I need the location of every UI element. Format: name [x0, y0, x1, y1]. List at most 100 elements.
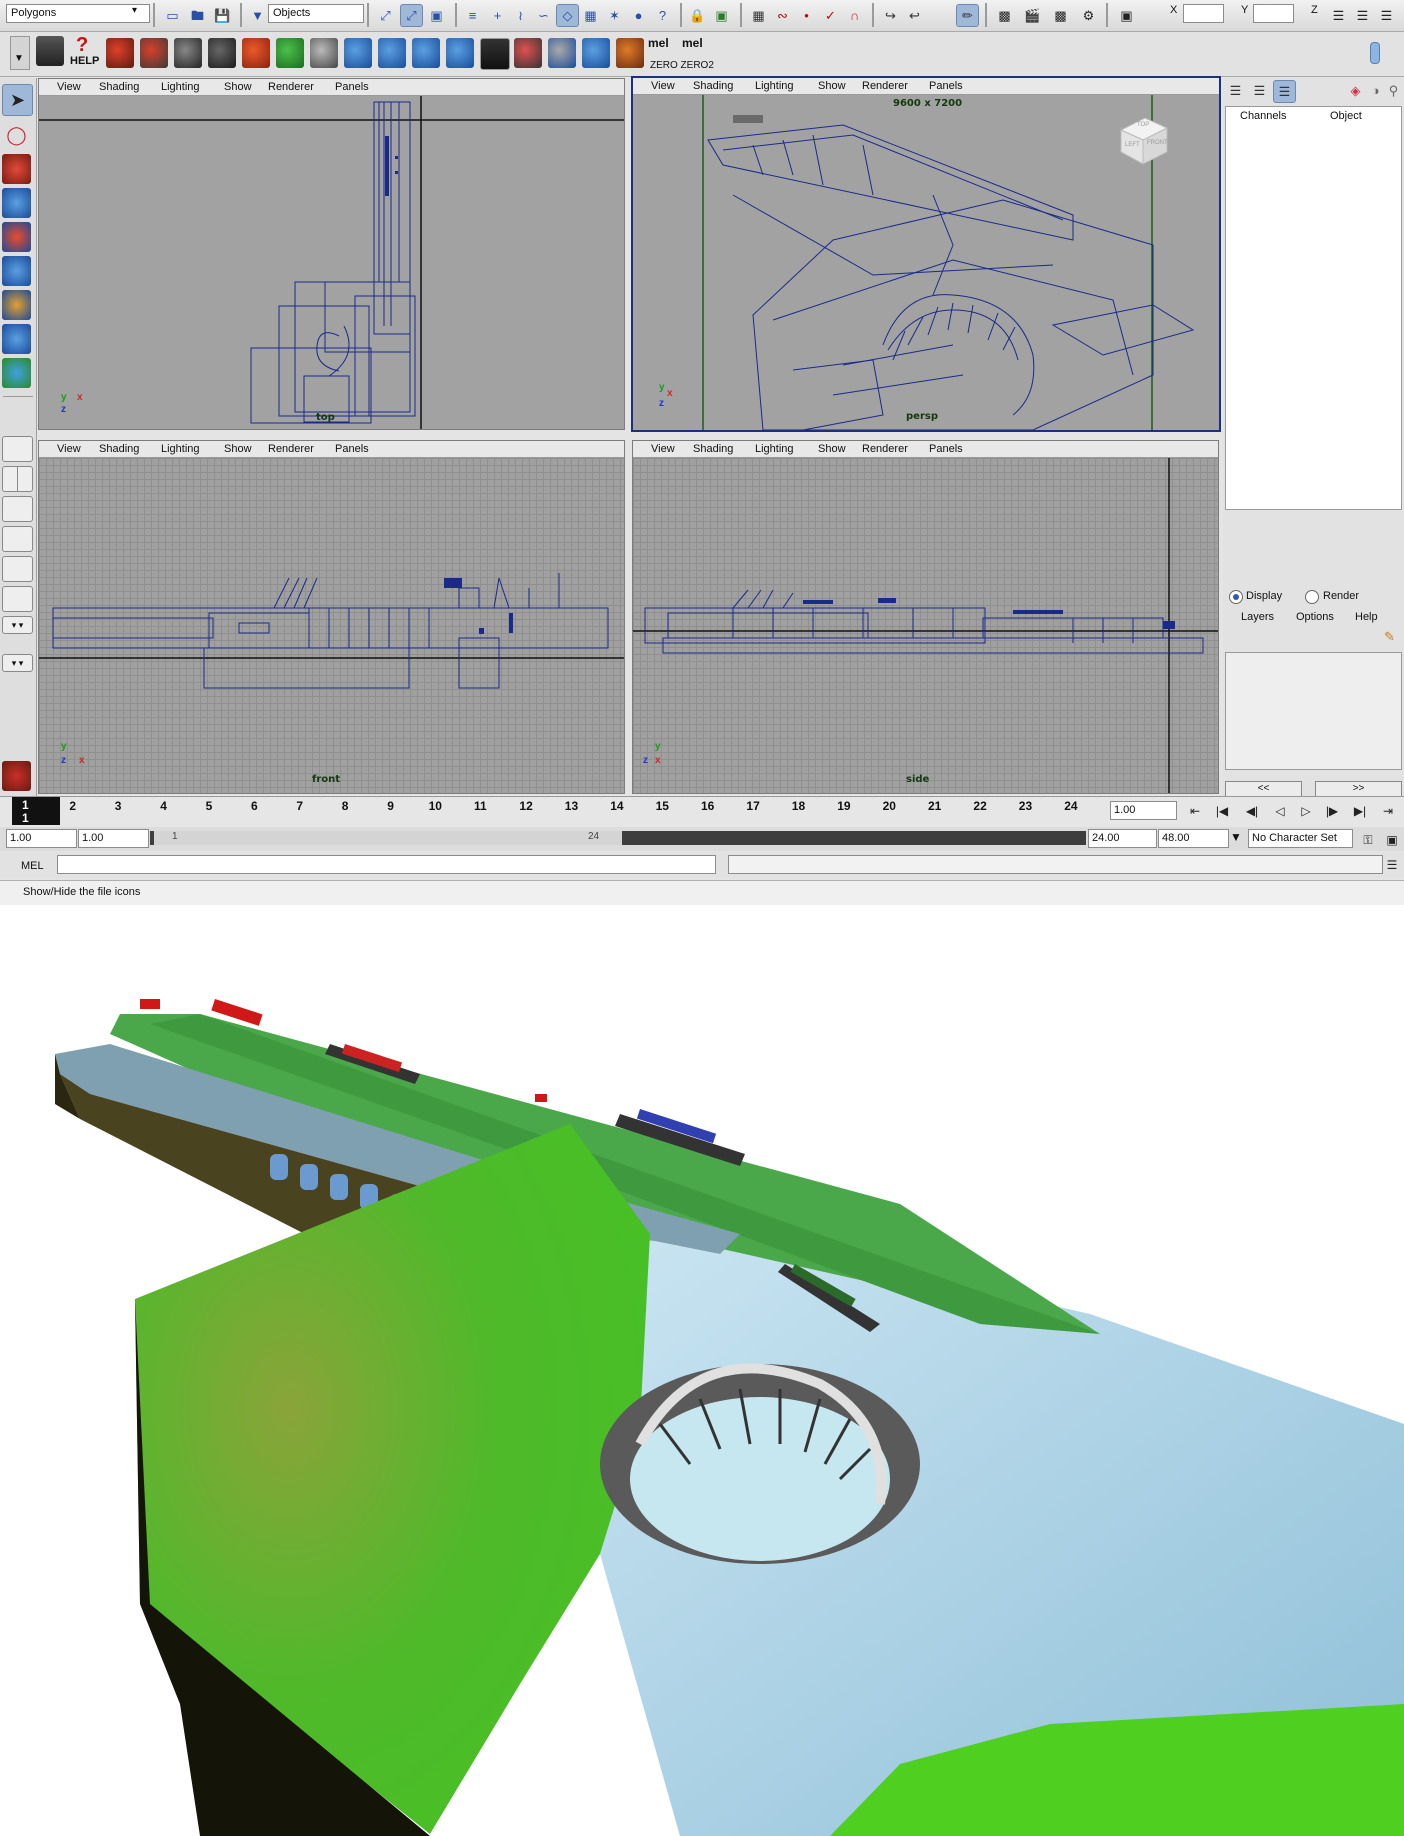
character-set-dropdown[interactable]: No Character Set — [1248, 829, 1353, 848]
tab-channels[interactable]: Channels — [1240, 110, 1286, 122]
layer-menu-help[interactable]: Help — [1355, 611, 1378, 623]
shelf-tool-14-icon[interactable] — [548, 38, 576, 68]
mel-script-button-2[interactable]: mel — [682, 36, 712, 58]
ipr-render-icon[interactable]: ▩ — [1050, 5, 1071, 26]
layer-display-radio[interactable] — [1229, 590, 1243, 604]
play-backward-icon[interactable]: ◁ — [1272, 803, 1288, 819]
layer-menu-layers[interactable]: Layers — [1241, 611, 1274, 623]
select-rendering-icon[interactable]: ● — [628, 5, 649, 26]
select-tool-icon[interactable]: ➤ — [2, 84, 33, 116]
paint-select-tool-icon[interactable] — [2, 154, 31, 184]
mel-script-button-1[interactable]: mel — [648, 36, 678, 58]
layer-menu-options[interactable]: Options — [1296, 611, 1334, 623]
viewport-persp[interactable]: View Shading Lighting Show Renderer Pane… — [631, 76, 1221, 432]
layer-editor-mode-icon[interactable]: ☰ — [1273, 80, 1296, 103]
chevron-down-icon[interactable]: ▼ — [1230, 830, 1242, 844]
vp-menu-shading[interactable]: Shading — [693, 80, 733, 92]
step-forward-frame-icon[interactable]: |▶ — [1324, 803, 1340, 819]
menu-set-dropdown[interactable]: Polygons — [6, 4, 150, 23]
end-time-input[interactable]: 48.00 — [1158, 829, 1229, 848]
highlight-selection-icon[interactable]: ▣ — [711, 5, 732, 26]
shelf-tool-13-icon[interactable] — [514, 38, 542, 68]
select-misc-icon[interactable]: ? — [652, 5, 673, 26]
vp-menu-renderer[interactable]: Renderer — [268, 81, 314, 93]
vp-menu-renderer[interactable]: Renderer — [268, 443, 314, 455]
step-back-key-icon[interactable]: |◀ — [1214, 803, 1230, 819]
current-time-input[interactable]: 1.00 — [1110, 801, 1177, 820]
select-dynamics-icon[interactable]: ✶ — [604, 5, 625, 26]
tab-object[interactable]: Object — [1330, 110, 1362, 122]
rotate-tool-icon[interactable] — [2, 222, 31, 252]
shelf-tool-3-icon[interactable] — [174, 38, 202, 68]
lasso-tool-icon[interactable]: ◯ — [2, 120, 31, 150]
select-component-icon[interactable]: ▣ — [426, 5, 447, 26]
go-to-end-icon[interactable]: ⇥ — [1380, 803, 1396, 819]
construction-history-icon[interactable]: ✏ — [956, 4, 979, 27]
shelf-scrollbar[interactable] — [1370, 42, 1380, 64]
persp-outliner-layout-icon[interactable] — [2, 526, 33, 552]
select-surfaces-icon[interactable]: ◇ — [556, 4, 579, 27]
pin-icon[interactable]: ⚲ — [1383, 80, 1404, 101]
single-perspective-layout-icon[interactable] — [2, 436, 33, 462]
shelf-tool-9-icon[interactable] — [378, 38, 406, 68]
viewport-side[interactable]: View Shading Lighting Show Renderer Pane… — [632, 440, 1219, 794]
vp-menu-panels[interactable]: Panels — [335, 81, 369, 93]
render-view-icon[interactable]: 🎬 — [1022, 5, 1043, 26]
vp-menu-view[interactable]: View — [651, 80, 675, 92]
shelf-tool-4-icon[interactable] — [208, 38, 236, 68]
persp-graph-layout-icon[interactable] — [2, 496, 33, 522]
start-time-input[interactable]: 1.00 — [6, 829, 77, 848]
shelf-tool-7-icon[interactable] — [310, 38, 338, 68]
preferences-icon[interactable]: ▣ — [1384, 832, 1400, 848]
layout-dropdown-icon[interactable]: ▾ ▾ — [2, 654, 33, 672]
vp-menu-shading[interactable]: Shading — [99, 81, 139, 93]
shelf-menu-button[interactable]: ▼ — [10, 36, 30, 70]
four-view-layout-icon[interactable] — [2, 466, 33, 492]
select-hierarchy-icon[interactable]: ⤢ — [375, 5, 396, 26]
open-scene-icon[interactable]: 🖿 — [187, 5, 208, 26]
view-cube[interactable]: TOP LEFT FRONT — [1117, 114, 1169, 166]
input-ops-icon[interactable]: ↪ — [880, 5, 901, 26]
selection-mask-dropdown[interactable]: Objects — [268, 4, 364, 23]
go-to-start-icon[interactable]: ⇤ — [1187, 803, 1203, 819]
shelf-tool-6-icon[interactable] — [276, 38, 304, 68]
render-globals-icon[interactable]: ⚙ — [1078, 5, 1099, 26]
channel-list-mode-icon[interactable]: ☰ — [1249, 80, 1270, 101]
hypershade-layout-icon[interactable] — [2, 556, 33, 582]
range-slider-handle[interactable]: 1 24 — [154, 831, 622, 845]
play-forward-icon[interactable]: ▷ — [1298, 803, 1314, 819]
shelf-tool-16-icon[interactable] — [616, 38, 644, 68]
save-scene-icon[interactable]: 💾 — [212, 5, 233, 26]
shelf-tool-11-icon[interactable] — [446, 38, 474, 68]
x-input[interactable] — [1183, 4, 1224, 23]
snap-point-icon[interactable]: • — [796, 5, 817, 26]
shelf-tool-2-icon[interactable] — [140, 38, 168, 68]
transform-input-icon[interactable]: ▣ — [1116, 5, 1137, 26]
vp-menu-show[interactable]: Show — [818, 80, 846, 92]
soft-mod-tool-icon[interactable] — [2, 324, 31, 354]
select-curves-icon[interactable]: ∽ — [533, 5, 554, 26]
render-settings-icon[interactable]: ▩ — [994, 5, 1015, 26]
new-scene-icon[interactable]: ▭ — [162, 5, 183, 26]
time-slider[interactable]: 1 1 2 3 4 5 6 7 8 9 10 11 12 13 14 15 16 17 18 19 20 21 22 23… — [0, 796, 1404, 827]
vp-menu-show[interactable]: Show — [224, 81, 252, 93]
attribute-editor-icon[interactable]: ☰ — [1328, 5, 1349, 26]
shelf-tool-10-icon[interactable] — [412, 38, 440, 68]
vp-menu-view[interactable]: View — [651, 443, 675, 455]
y-input[interactable] — [1253, 4, 1294, 23]
playback-start-input[interactable]: 1.00 — [78, 829, 149, 848]
step-forward-key-icon[interactable]: ▶| — [1352, 803, 1368, 819]
select-deformations-icon[interactable]: ▦ — [580, 5, 601, 26]
snap-curve-icon[interactable]: ∾ — [772, 5, 793, 26]
select-object-icon[interactable]: ⤢ — [400, 4, 423, 27]
viewport-top[interactable]: View Shading Lighting Show Renderer Pane… — [38, 78, 625, 430]
script-editor-icon[interactable]: ☰ — [1384, 857, 1400, 873]
show-manipulator-icon[interactable] — [2, 358, 31, 388]
vp-menu-renderer[interactable]: Renderer — [862, 443, 908, 455]
vp-menu-show[interactable]: Show — [818, 443, 846, 455]
command-input[interactable] — [57, 855, 716, 874]
move-tool-icon[interactable] — [2, 188, 31, 218]
shelf-tool-5-icon[interactable] — [242, 38, 270, 68]
vp-menu-show[interactable]: Show — [224, 443, 252, 455]
shelf-tool-15-icon[interactable] — [582, 38, 610, 68]
